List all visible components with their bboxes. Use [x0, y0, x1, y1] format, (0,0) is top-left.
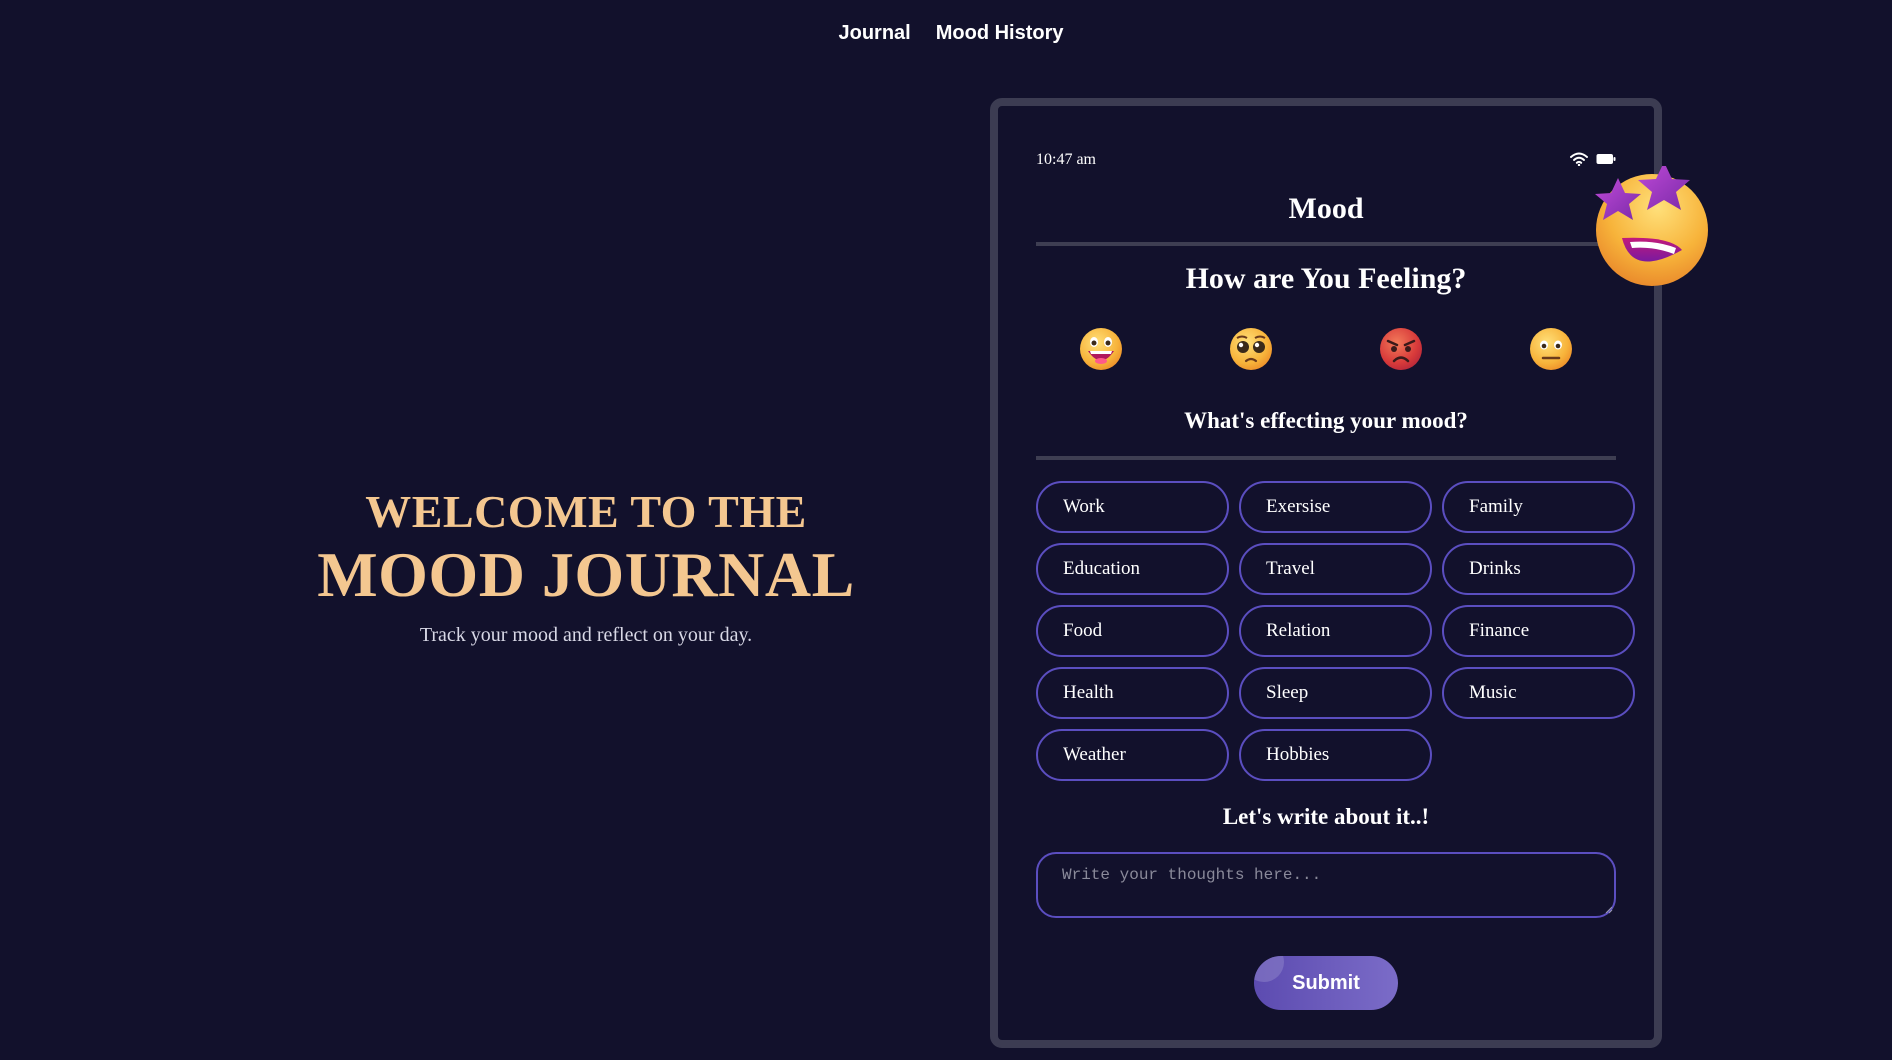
tag-relation[interactable]: Relation — [1239, 605, 1432, 657]
status-icons — [1570, 152, 1616, 166]
happy-emoji[interactable] — [1078, 326, 1124, 372]
tag-travel[interactable]: Travel — [1239, 543, 1432, 595]
factor-tags: Work Exersise Family Education Travel Dr… — [1036, 481, 1646, 781]
tag-weather[interactable]: Weather — [1036, 729, 1229, 781]
hero-title-line2: MOOD JOURNAL — [317, 539, 855, 610]
write-heading: Let's write about it..! — [1222, 804, 1430, 829]
wifi-icon — [1570, 152, 1588, 166]
status-time: 10:47 am — [1036, 151, 1096, 168]
feeling-question: How are You Feeling? — [1185, 262, 1467, 295]
hero-subtitle: Track your mood and reflect on your day. — [419, 624, 753, 646]
neutral-emoji[interactable] — [1528, 326, 1574, 372]
tag-food[interactable]: Food — [1036, 605, 1229, 657]
resize-grip-icon[interactable] — [1605, 906, 1613, 914]
tag-music[interactable]: Music — [1442, 667, 1635, 719]
phone-frame: 10:47 am Mood How are You Feeling? What'… — [990, 98, 1662, 1048]
top-nav: Journal Mood History — [0, 22, 1892, 45]
battery-icon — [1596, 154, 1616, 164]
thoughts-input[interactable] — [1036, 852, 1616, 918]
tag-exersise[interactable]: Exersise — [1239, 481, 1432, 533]
app-title: Mood — [1288, 192, 1364, 225]
tag-education[interactable]: Education — [1036, 543, 1229, 595]
hero-section: WELCOME TO THE MOOD JOURNAL Track your m… — [296, 482, 876, 647]
effect-question: What's effecting your mood? — [1184, 408, 1468, 433]
hero-title-line1: WELCOME TO THE — [365, 486, 807, 537]
angry-emoji[interactable] — [1378, 326, 1424, 372]
star-struck-emoji-icon — [1595, 166, 1708, 286]
mood-selector — [1036, 326, 1616, 376]
title-divider — [1036, 242, 1616, 246]
tag-drinks[interactable]: Drinks — [1442, 543, 1635, 595]
tag-hobbies[interactable]: Hobbies — [1239, 729, 1432, 781]
tag-work[interactable]: Work — [1036, 481, 1229, 533]
nav-journal-link[interactable]: Journal — [838, 22, 910, 45]
nav-mood-history-link[interactable]: Mood History — [936, 22, 1064, 45]
tag-sleep[interactable]: Sleep — [1239, 667, 1432, 719]
effect-divider — [1036, 456, 1616, 460]
tag-health[interactable]: Health — [1036, 667, 1229, 719]
pleading-emoji[interactable] — [1228, 326, 1274, 372]
submit-button[interactable]: Submit — [1254, 956, 1398, 1010]
submit-label: Submit — [1292, 971, 1360, 994]
tag-family[interactable]: Family — [1442, 481, 1635, 533]
tag-finance[interactable]: Finance — [1442, 605, 1635, 657]
